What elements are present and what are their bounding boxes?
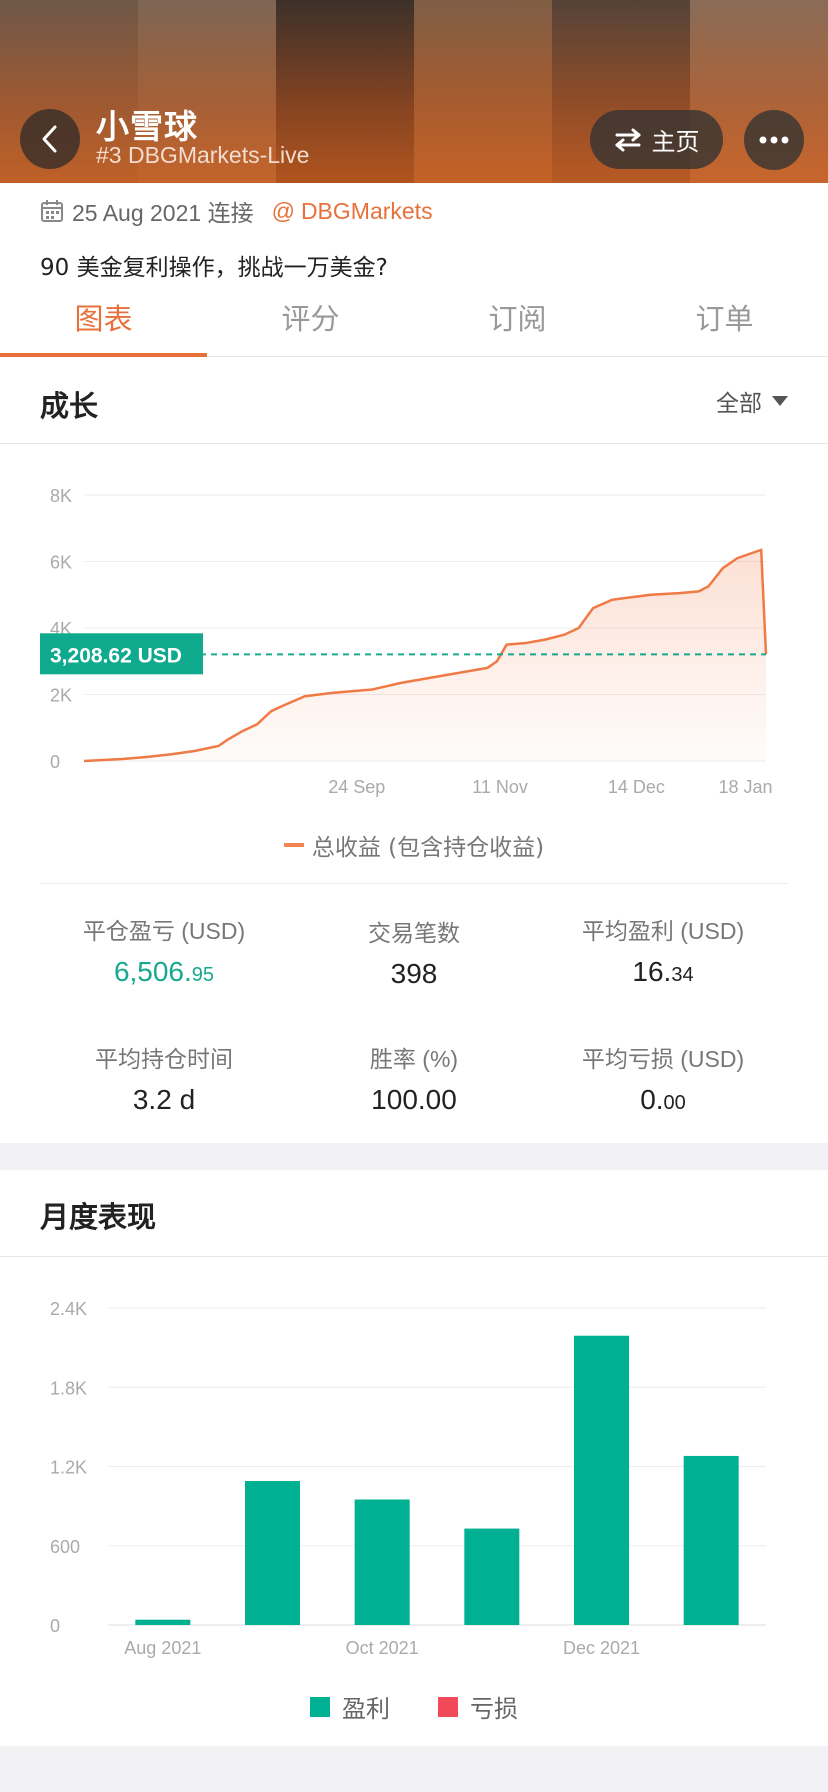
profile-header: 小雪球 #3 DBGMarkets-Live 主页 (0, 0, 828, 183)
stat-closed-pl-int: 6,506. (113, 956, 192, 987)
legend-loss-swatch (438, 1696, 458, 1717)
growth-title: 成长 (40, 389, 99, 423)
legend-profit-label: 盈利 (342, 1695, 390, 1723)
stat-avg-profit-value: 16.34 (533, 956, 793, 988)
x-tick-label: 14 Dec (608, 777, 665, 797)
y-tick-label: 600 (50, 1537, 80, 1557)
y-tick-label: 2.4K (50, 1299, 87, 1319)
stat-avg-hold-label: 平均持仓时间 (95, 1046, 233, 1072)
account-label: #3 DBGMarkets-Live (96, 142, 310, 168)
stat-closed-pl-label: 平仓盈亏 (USD) (82, 918, 246, 944)
stat-trades-value: 398 (390, 958, 438, 989)
stat-closed-pl-dec: 95 (191, 964, 215, 986)
stat-trades: 交易笔数 398 (284, 914, 544, 990)
stat-avg-loss: 平均亏损 (USD) 0.00 (533, 1040, 793, 1116)
x-tick-label: Dec 2021 (563, 1638, 640, 1658)
more-dots-icon (759, 136, 789, 144)
stat-win-rate: 胜率 (%) 100.00 (284, 1040, 544, 1116)
stat-trades-label: 交易笔数 (368, 920, 460, 946)
y-tick-label: 1.8K (50, 1378, 87, 1398)
stat-avg-profit-label: 平均盈利 (USD) (581, 918, 745, 944)
legend-line-swatch (283, 843, 304, 847)
home-button[interactable]: 主页 (590, 110, 723, 169)
legend-loss-label: 亏损 (470, 1695, 518, 1723)
divider (40, 883, 788, 884)
stat-avg-profit-dec: 34 (671, 964, 694, 986)
stat-avg-profit-int: 16. (632, 956, 672, 987)
profit-bar (245, 1481, 300, 1625)
monthly-legend: 盈利 亏损 (0, 1689, 828, 1724)
range-filter-value: 全部 (716, 391, 762, 417)
strategy-description: 90 美金复利操作，挑战一万美金? (40, 255, 388, 281)
range-filter-dropdown[interactable]: 全部 (716, 384, 788, 418)
current-value-label: 3,208.62 USD (50, 644, 182, 667)
strategy-name: 小雪球 (96, 107, 198, 146)
home-button-label: 主页 (651, 128, 700, 156)
connection-date: 25 Aug 2021 连接 (72, 200, 254, 226)
stat-avg-hold: 平均持仓时间 3.2 d (34, 1040, 294, 1116)
legend-profit-swatch (310, 1696, 330, 1717)
tab-bar: 图表 评分 订阅 订单 (0, 290, 828, 357)
profit-bar (464, 1528, 520, 1625)
growth-legend-label: 总收益 (包含持仓收益) (311, 835, 545, 861)
broker-link[interactable]: @ DBGMarkets (272, 198, 433, 225)
tab-rating[interactable]: 评分 (207, 290, 414, 356)
y-tick-label: 0 (50, 752, 60, 772)
profit-bar (135, 1619, 191, 1625)
stat-avg-hold-value: 3.2 d (132, 1084, 196, 1115)
tab-subscribe[interactable]: 订阅 (414, 290, 621, 356)
x-tick-label: 18 Jan (719, 777, 773, 797)
y-tick-label: 6K (50, 553, 72, 573)
stat-win-rate-label: 胜率 (%) (369, 1046, 459, 1072)
stat-avg-loss-label: 平均亏损 (USD) (581, 1046, 745, 1072)
stat-win-rate-value: 100.00 (371, 1084, 457, 1115)
stat-avg-loss-value: 0.00 (533, 1084, 793, 1116)
x-tick-label: Aug 2021 (124, 1638, 201, 1658)
monthly-title: 月度表现 (40, 1200, 157, 1234)
calendar-icon (41, 200, 63, 222)
x-tick-label: Oct 2021 (346, 1638, 419, 1658)
y-tick-label: 2K (50, 686, 72, 706)
broker-name: DBGMarkets (300, 197, 433, 224)
at-icon: @ (271, 197, 295, 224)
profit-bar (354, 1499, 410, 1625)
y-tick-label: 0 (50, 1616, 60, 1636)
x-tick-label: 24 Sep (328, 777, 385, 797)
growth-section-header: 成长 (0, 357, 828, 444)
profit-bar (574, 1335, 629, 1625)
more-options-button[interactable] (744, 110, 804, 170)
stat-closed-pl: 平仓盈亏 (USD) 6,506.95 (34, 912, 294, 988)
chevron-left-icon (42, 125, 57, 153)
y-tick-label: 8K (50, 486, 72, 506)
stat-avg-loss-dec: 00 (663, 1092, 686, 1114)
y-tick-label: 1.2K (50, 1458, 87, 1478)
tab-chart[interactable]: 图表 (0, 290, 207, 356)
profit-bar (683, 1455, 739, 1625)
monthly-section-header: 月度表现 (0, 1170, 828, 1257)
connection-info: 25 Aug 2021 连接 @ DBGMarkets (40, 195, 433, 227)
tab-orders[interactable]: 订单 (621, 290, 828, 356)
monthly-chart: 0 600 1.2K 1.8K 2.4K Aug 2021 Oct 2021 Dec 202… (50, 1299, 766, 1658)
stat-avg-profit: 平均盈利 (USD) 16.34 (533, 912, 793, 988)
growth-legend: 总收益 (包含持仓收益) (0, 828, 828, 862)
x-tick-label: 11 Nov (472, 777, 528, 797)
back-button[interactable] (20, 109, 80, 169)
swap-arrows-icon (615, 128, 640, 151)
stat-closed-pl-value: 6,506.95 (34, 956, 294, 988)
stat-avg-loss-int: 0. (640, 1084, 664, 1115)
growth-chart: 02K4K6K8K 3,208.62 USD 24 Sep 11 Nov 14 De… (40, 486, 773, 797)
caret-down-icon (772, 396, 788, 406)
